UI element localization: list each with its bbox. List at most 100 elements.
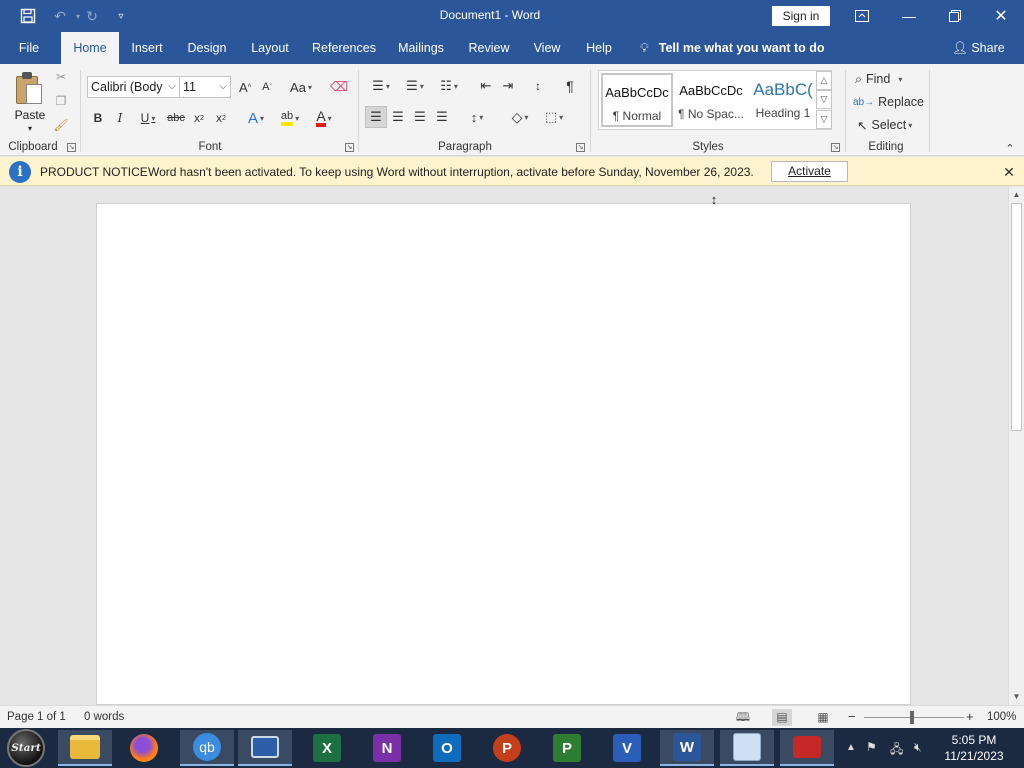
sign-in-button[interactable]: Sign in bbox=[772, 6, 830, 26]
decrease-indent-icon[interactable]: ⇤ bbox=[476, 76, 496, 96]
font-size-combo[interactable]: 11 ⌵ bbox=[179, 76, 231, 98]
share-button[interactable]: 👤︎ Share bbox=[952, 32, 1005, 64]
justify-icon[interactable]: ☰ bbox=[432, 107, 452, 127]
shrink-font-icon[interactable]: Aˇ bbox=[258, 77, 276, 97]
sort-icon[interactable]: ↕ bbox=[528, 76, 548, 96]
bullets-icon[interactable]: ☰ ▾ bbox=[366, 76, 396, 96]
zoom-slider[interactable] bbox=[864, 717, 964, 718]
taskbar-onenote[interactable]: N bbox=[360, 730, 414, 766]
taskbar-file-explorer[interactable] bbox=[58, 730, 112, 766]
taskbar-visio[interactable]: V bbox=[600, 730, 654, 766]
change-case-button[interactable]: Aa ▾ bbox=[286, 77, 316, 97]
increase-indent-icon[interactable]: ⇥ bbox=[498, 76, 518, 96]
tab-references[interactable]: References bbox=[308, 32, 380, 64]
taskbar-remote-desktop[interactable] bbox=[238, 730, 292, 766]
minimize-icon[interactable]: — bbox=[886, 0, 932, 32]
clear-formatting-icon[interactable]: ⌫ bbox=[330, 77, 348, 97]
style-heading-1[interactable]: AaBbC( Heading 1 bbox=[747, 73, 819, 127]
zoom-out-icon[interactable]: − bbox=[848, 709, 856, 724]
taskbar-word[interactable]: W bbox=[660, 730, 714, 766]
taskbar-toolbox[interactable] bbox=[780, 730, 834, 766]
tab-insert[interactable]: Insert bbox=[124, 32, 170, 64]
word-count[interactable]: 0 words bbox=[84, 711, 124, 723]
styles-scroll-down-icon[interactable]: ▽ bbox=[816, 90, 832, 109]
document-page[interactable] bbox=[96, 203, 911, 705]
undo-icon[interactable]: ↶ bbox=[50, 6, 70, 26]
activate-button[interactable]: Activate bbox=[771, 161, 848, 182]
styles-launcher-icon[interactable]: ↘ bbox=[831, 143, 840, 152]
ribbon-display-options-icon[interactable] bbox=[839, 0, 885, 32]
tab-view[interactable]: View bbox=[528, 32, 566, 64]
font-color-icon[interactable]: A ▾ bbox=[308, 108, 340, 128]
paragraph-launcher-icon[interactable]: ↘ bbox=[576, 143, 585, 152]
scroll-thumb[interactable] bbox=[1011, 203, 1022, 431]
subscript-icon[interactable]: x2 bbox=[190, 108, 208, 128]
customize-quick-access-icon[interactable]: ▿ bbox=[111, 6, 131, 26]
format-painter-icon[interactable]: 🖌︎ bbox=[52, 116, 70, 134]
italic-icon[interactable]: I bbox=[112, 108, 128, 128]
zoom-slider-thumb[interactable] bbox=[910, 711, 914, 724]
zoom-in-icon[interactable]: + bbox=[966, 709, 974, 724]
multilevel-list-icon[interactable]: ☷ ▾ bbox=[434, 76, 464, 96]
tab-design[interactable]: Design bbox=[180, 32, 234, 64]
clipboard-launcher-icon[interactable]: ↘ bbox=[67, 143, 76, 152]
align-right-icon[interactable]: ☰ bbox=[410, 107, 430, 127]
superscript-icon[interactable]: x2 bbox=[212, 108, 230, 128]
cut-icon[interactable]: ✂ bbox=[52, 68, 70, 86]
taskbar-excel[interactable]: X bbox=[300, 730, 354, 766]
restore-icon[interactable] bbox=[932, 0, 978, 32]
borders-icon[interactable]: ⬚ ▾ bbox=[538, 107, 570, 127]
taskbar-qbittorrent[interactable]: qb bbox=[180, 730, 234, 766]
numbering-icon[interactable]: ☰ ▾ bbox=[400, 76, 430, 96]
font-launcher-icon[interactable]: ↘ bbox=[345, 143, 354, 152]
align-left-icon[interactable]: ☰ bbox=[365, 106, 387, 128]
flag-icon[interactable]: ⚑ bbox=[866, 740, 877, 754]
bold-icon[interactable]: B bbox=[90, 108, 106, 128]
print-layout-icon[interactable]: ▤ bbox=[772, 709, 792, 726]
text-effects-icon[interactable]: A ▾ bbox=[242, 108, 270, 128]
tab-help[interactable]: Help bbox=[580, 32, 618, 64]
tab-review[interactable]: Review bbox=[464, 32, 514, 64]
web-layout-icon[interactable]: ▦ bbox=[813, 709, 833, 726]
tab-mailings[interactable]: Mailings bbox=[392, 32, 450, 64]
scroll-up-icon[interactable]: ▲ bbox=[1009, 187, 1024, 203]
tell-me-search[interactable]: 💡︎ Tell me what you want to do bbox=[640, 32, 825, 64]
align-center-icon[interactable]: ☰ bbox=[388, 107, 408, 127]
taskbar-powerpoint[interactable]: P bbox=[480, 730, 534, 766]
highlight-color-icon[interactable]: ab ▾ bbox=[274, 108, 306, 128]
paste-button[interactable]: Paste ▾ bbox=[8, 68, 52, 138]
taskbar-control-panel[interactable] bbox=[720, 730, 774, 766]
taskbar-outlook[interactable]: O bbox=[420, 730, 474, 766]
grow-font-icon[interactable]: A ^ bbox=[236, 77, 254, 97]
style-normal[interactable]: AaBbCcDc ¶ Normal bbox=[601, 73, 673, 127]
collapse-ribbon-icon[interactable]: ⌃ bbox=[1002, 142, 1018, 155]
page-count[interactable]: Page 1 of 1 bbox=[7, 711, 66, 723]
taskbar-project[interactable]: P bbox=[540, 730, 594, 766]
zoom-level[interactable]: 100% bbox=[987, 711, 1016, 723]
tab-layout[interactable]: Layout bbox=[244, 32, 296, 64]
tab-file[interactable]: File bbox=[8, 32, 50, 64]
replace-button[interactable]: ab→ Replace bbox=[853, 93, 924, 111]
show-formatting-marks-icon[interactable]: ¶ bbox=[560, 76, 580, 96]
font-name-combo[interactable]: Calibri (Body ⌵ bbox=[87, 76, 180, 98]
select-button[interactable]: ↖ Select ▾ bbox=[857, 116, 919, 134]
line-spacing-icon[interactable]: ↕ ▾ bbox=[462, 107, 492, 127]
scroll-down-icon[interactable]: ▼ bbox=[1009, 689, 1024, 705]
copy-icon[interactable]: ❐ bbox=[52, 92, 70, 110]
style-no-spacing[interactable]: AaBbCcDc ¶ No Spac... bbox=[675, 73, 747, 127]
start-button[interactable]: Start bbox=[7, 729, 45, 767]
network-icon[interactable]: 🖧︎ bbox=[890, 740, 903, 761]
strikethrough-icon[interactable]: abc bbox=[166, 108, 186, 128]
clock[interactable]: 5:05 PM 11/21/2023 bbox=[942, 732, 1006, 764]
show-hidden-icons[interactable]: ▲ bbox=[846, 742, 856, 753]
underline-icon[interactable]: U ▾ bbox=[134, 108, 162, 128]
redo-icon[interactable]: ↻ bbox=[82, 6, 102, 26]
find-button[interactable]: ⌕ Find ▾ bbox=[855, 70, 917, 88]
tab-home[interactable]: Home bbox=[61, 32, 119, 64]
save-icon[interactable] bbox=[18, 6, 38, 26]
volume-muted-icon[interactable]: 🔇︎ bbox=[914, 740, 922, 755]
shading-icon[interactable]: ◇ ▾ bbox=[504, 107, 536, 127]
vertical-scrollbar[interactable]: ▲ ▼ bbox=[1008, 187, 1024, 705]
taskbar-firefox[interactable] bbox=[117, 730, 171, 766]
close-icon[interactable]: ✕ bbox=[978, 0, 1024, 32]
